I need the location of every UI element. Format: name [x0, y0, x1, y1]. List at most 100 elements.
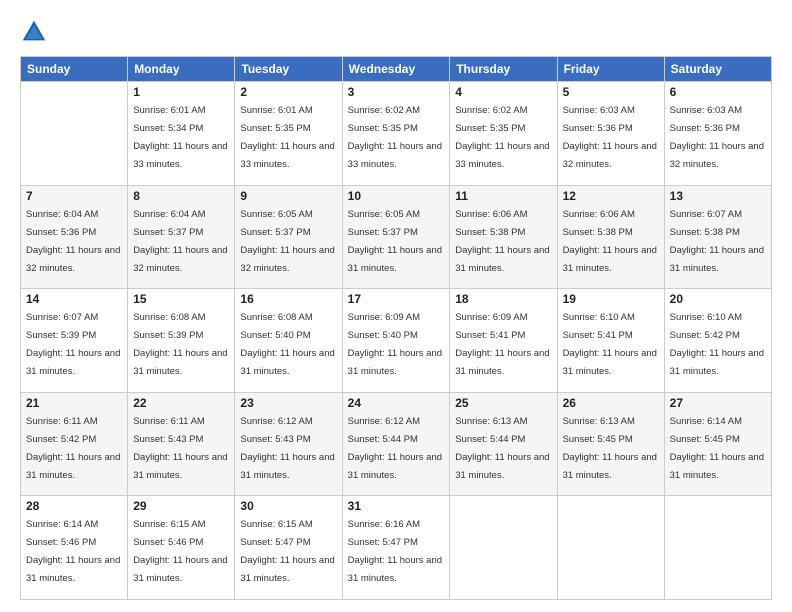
day-detail: Sunrise: 6:05 AMSunset: 5:37 PMDaylight:…	[348, 209, 442, 274]
day-detail: Sunrise: 6:13 AMSunset: 5:44 PMDaylight:…	[455, 416, 549, 481]
day-detail: Sunrise: 6:07 AMSunset: 5:39 PMDaylight:…	[26, 312, 120, 377]
day-number: 14	[26, 292, 122, 306]
day-detail: Sunrise: 6:15 AMSunset: 5:46 PMDaylight:…	[133, 519, 227, 584]
page: SundayMondayTuesdayWednesdayThursdayFrid…	[0, 0, 792, 612]
day-number: 1	[133, 85, 229, 99]
calendar-cell: 24 Sunrise: 6:12 AMSunset: 5:44 PMDaylig…	[342, 392, 450, 496]
logo	[20, 18, 52, 46]
calendar-cell	[557, 496, 664, 600]
day-number: 15	[133, 292, 229, 306]
calendar-cell: 6 Sunrise: 6:03 AMSunset: 5:36 PMDayligh…	[664, 82, 771, 186]
day-number: 28	[26, 499, 122, 513]
day-detail: Sunrise: 6:12 AMSunset: 5:43 PMDaylight:…	[240, 416, 334, 481]
day-detail: Sunrise: 6:11 AMSunset: 5:43 PMDaylight:…	[133, 416, 227, 481]
day-number: 26	[563, 396, 659, 410]
calendar-cell: 16 Sunrise: 6:08 AMSunset: 5:40 PMDaylig…	[235, 289, 342, 393]
calendar-cell: 9 Sunrise: 6:05 AMSunset: 5:37 PMDayligh…	[235, 185, 342, 289]
day-number: 13	[670, 189, 766, 203]
calendar-cell: 3 Sunrise: 6:02 AMSunset: 5:35 PMDayligh…	[342, 82, 450, 186]
logo-icon	[20, 18, 48, 46]
weekday-header: Monday	[128, 57, 235, 82]
day-detail: Sunrise: 6:09 AMSunset: 5:41 PMDaylight:…	[455, 312, 549, 377]
calendar-cell: 2 Sunrise: 6:01 AMSunset: 5:35 PMDayligh…	[235, 82, 342, 186]
day-number: 11	[455, 189, 551, 203]
day-detail: Sunrise: 6:08 AMSunset: 5:39 PMDaylight:…	[133, 312, 227, 377]
day-detail: Sunrise: 6:01 AMSunset: 5:34 PMDaylight:…	[133, 105, 227, 170]
day-number: 18	[455, 292, 551, 306]
calendar-cell: 18 Sunrise: 6:09 AMSunset: 5:41 PMDaylig…	[450, 289, 557, 393]
calendar-cell: 14 Sunrise: 6:07 AMSunset: 5:39 PMDaylig…	[21, 289, 128, 393]
day-number: 22	[133, 396, 229, 410]
day-detail: Sunrise: 6:10 AMSunset: 5:42 PMDaylight:…	[670, 312, 764, 377]
day-number: 8	[133, 189, 229, 203]
day-detail: Sunrise: 6:04 AMSunset: 5:37 PMDaylight:…	[133, 209, 227, 274]
day-number: 3	[348, 85, 445, 99]
calendar-cell: 21 Sunrise: 6:11 AMSunset: 5:42 PMDaylig…	[21, 392, 128, 496]
calendar-cell: 5 Sunrise: 6:03 AMSunset: 5:36 PMDayligh…	[557, 82, 664, 186]
day-number: 5	[563, 85, 659, 99]
day-detail: Sunrise: 6:14 AMSunset: 5:46 PMDaylight:…	[26, 519, 120, 584]
day-number: 7	[26, 189, 122, 203]
day-number: 25	[455, 396, 551, 410]
weekday-header: Tuesday	[235, 57, 342, 82]
calendar-cell: 22 Sunrise: 6:11 AMSunset: 5:43 PMDaylig…	[128, 392, 235, 496]
day-number: 27	[670, 396, 766, 410]
day-number: 16	[240, 292, 336, 306]
day-number: 24	[348, 396, 445, 410]
calendar-cell: 19 Sunrise: 6:10 AMSunset: 5:41 PMDaylig…	[557, 289, 664, 393]
day-number: 19	[563, 292, 659, 306]
day-detail: Sunrise: 6:06 AMSunset: 5:38 PMDaylight:…	[563, 209, 657, 274]
calendar-cell: 23 Sunrise: 6:12 AMSunset: 5:43 PMDaylig…	[235, 392, 342, 496]
weekday-header: Thursday	[450, 57, 557, 82]
day-number: 9	[240, 189, 336, 203]
calendar-cell: 7 Sunrise: 6:04 AMSunset: 5:36 PMDayligh…	[21, 185, 128, 289]
day-detail: Sunrise: 6:09 AMSunset: 5:40 PMDaylight:…	[348, 312, 442, 377]
day-number: 10	[348, 189, 445, 203]
calendar-cell	[450, 496, 557, 600]
calendar-cell: 4 Sunrise: 6:02 AMSunset: 5:35 PMDayligh…	[450, 82, 557, 186]
calendar-cell: 10 Sunrise: 6:05 AMSunset: 5:37 PMDaylig…	[342, 185, 450, 289]
day-number: 31	[348, 499, 445, 513]
calendar-cell: 28 Sunrise: 6:14 AMSunset: 5:46 PMDaylig…	[21, 496, 128, 600]
day-detail: Sunrise: 6:02 AMSunset: 5:35 PMDaylight:…	[348, 105, 442, 170]
weekday-header: Saturday	[664, 57, 771, 82]
day-detail: Sunrise: 6:11 AMSunset: 5:42 PMDaylight:…	[26, 416, 120, 481]
day-detail: Sunrise: 6:03 AMSunset: 5:36 PMDaylight:…	[670, 105, 764, 170]
day-detail: Sunrise: 6:16 AMSunset: 5:47 PMDaylight:…	[348, 519, 442, 584]
day-detail: Sunrise: 6:03 AMSunset: 5:36 PMDaylight:…	[563, 105, 657, 170]
day-detail: Sunrise: 6:04 AMSunset: 5:36 PMDaylight:…	[26, 209, 120, 274]
calendar-cell: 13 Sunrise: 6:07 AMSunset: 5:38 PMDaylig…	[664, 185, 771, 289]
calendar-table: SundayMondayTuesdayWednesdayThursdayFrid…	[20, 56, 772, 600]
calendar-cell: 31 Sunrise: 6:16 AMSunset: 5:47 PMDaylig…	[342, 496, 450, 600]
day-detail: Sunrise: 6:14 AMSunset: 5:45 PMDaylight:…	[670, 416, 764, 481]
calendar-cell	[664, 496, 771, 600]
day-detail: Sunrise: 6:07 AMSunset: 5:38 PMDaylight:…	[670, 209, 764, 274]
calendar-cell: 8 Sunrise: 6:04 AMSunset: 5:37 PMDayligh…	[128, 185, 235, 289]
day-number: 23	[240, 396, 336, 410]
calendar-cell: 1 Sunrise: 6:01 AMSunset: 5:34 PMDayligh…	[128, 82, 235, 186]
day-detail: Sunrise: 6:10 AMSunset: 5:41 PMDaylight:…	[563, 312, 657, 377]
day-number: 12	[563, 189, 659, 203]
calendar-cell: 25 Sunrise: 6:13 AMSunset: 5:44 PMDaylig…	[450, 392, 557, 496]
calendar-cell: 15 Sunrise: 6:08 AMSunset: 5:39 PMDaylig…	[128, 289, 235, 393]
weekday-header: Friday	[557, 57, 664, 82]
header	[20, 18, 772, 46]
day-detail: Sunrise: 6:13 AMSunset: 5:45 PMDaylight:…	[563, 416, 657, 481]
calendar-cell: 17 Sunrise: 6:09 AMSunset: 5:40 PMDaylig…	[342, 289, 450, 393]
calendar-cell	[21, 82, 128, 186]
day-number: 2	[240, 85, 336, 99]
day-number: 30	[240, 499, 336, 513]
day-number: 20	[670, 292, 766, 306]
day-detail: Sunrise: 6:01 AMSunset: 5:35 PMDaylight:…	[240, 105, 334, 170]
calendar-cell: 30 Sunrise: 6:15 AMSunset: 5:47 PMDaylig…	[235, 496, 342, 600]
day-number: 17	[348, 292, 445, 306]
day-detail: Sunrise: 6:08 AMSunset: 5:40 PMDaylight:…	[240, 312, 334, 377]
calendar-cell: 11 Sunrise: 6:06 AMSunset: 5:38 PMDaylig…	[450, 185, 557, 289]
day-detail: Sunrise: 6:02 AMSunset: 5:35 PMDaylight:…	[455, 105, 549, 170]
day-detail: Sunrise: 6:12 AMSunset: 5:44 PMDaylight:…	[348, 416, 442, 481]
weekday-header: Wednesday	[342, 57, 450, 82]
day-detail: Sunrise: 6:06 AMSunset: 5:38 PMDaylight:…	[455, 209, 549, 274]
calendar-cell: 27 Sunrise: 6:14 AMSunset: 5:45 PMDaylig…	[664, 392, 771, 496]
calendar-cell: 20 Sunrise: 6:10 AMSunset: 5:42 PMDaylig…	[664, 289, 771, 393]
day-number: 4	[455, 85, 551, 99]
